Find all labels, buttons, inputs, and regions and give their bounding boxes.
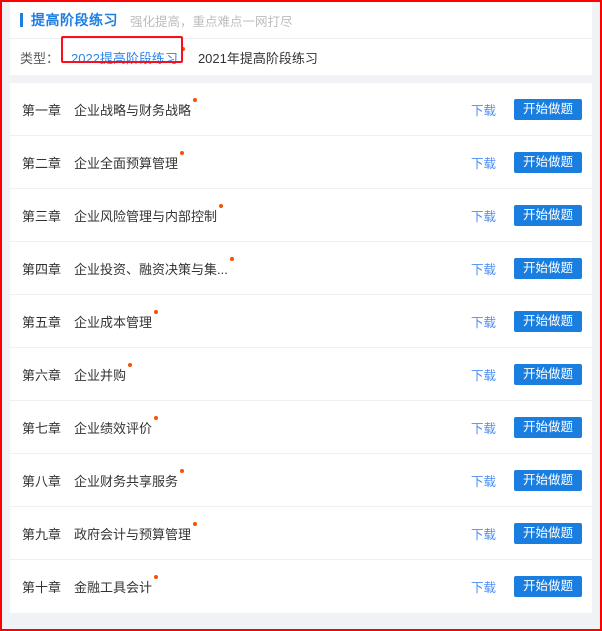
chapter-index: 第十章 — [22, 580, 62, 595]
chapter-name: 企业战略与财务战略 — [74, 102, 192, 118]
new-badge-dot-icon — [180, 150, 185, 155]
start-practice-button[interactable]: 开始做题 — [513, 363, 582, 385]
download-link[interactable]: 下载 — [471, 577, 496, 596]
chapter-index: 第三章 — [22, 208, 62, 224]
page-subtitle: 强化提高，重点难点一网打尽 — [130, 14, 293, 29]
download-link[interactable]: 下载 — [471, 206, 496, 225]
chapter-name: 企业成本管理 — [74, 314, 153, 330]
tab-2022-practice-label: 2022提高阶段练习 — [71, 50, 178, 66]
start-practice-button[interactable]: 开始做题 — [513, 151, 582, 173]
table-row[interactable]: 第九章 政府会计与预算管理 下载 开始做题 — [10, 507, 592, 560]
new-badge-dot-icon — [180, 46, 185, 51]
practice-page: 提高阶段练习 强化提高，重点难点一网打尽 类型： 2022提高阶段练习 2021… — [2, 2, 600, 629]
chapter-name-wrap: 金融工具会计 — [74, 575, 471, 596]
chapter-index: 第八章 — [22, 473, 62, 489]
start-practice-button[interactable]: 开始做题 — [513, 522, 582, 544]
chapter-name-wrap: 企业绩效评价 — [74, 415, 471, 437]
download-link[interactable]: 下载 — [471, 100, 496, 119]
chapter-name-wrap: 企业成本管理 — [74, 309, 471, 331]
table-row[interactable]: 第八章 企业财务共享服务 下载 开始做题 — [10, 454, 592, 507]
chapter-name-wrap: 企业战略与财务战略 — [74, 97, 471, 119]
type-filter-label: 类型： — [20, 50, 60, 66]
tab-2022-practice[interactable]: 2022提高阶段练习 — [61, 46, 188, 69]
chapter-index: 第六章 — [22, 367, 62, 383]
start-practice-button[interactable]: 开始做题 — [513, 469, 582, 491]
chapter-name: 政府会计与预算管理 — [74, 526, 192, 542]
start-practice-button[interactable]: 开始做题 — [513, 257, 582, 279]
chapter-name-wrap: 企业投资、融资决策与集... — [74, 256, 471, 278]
chapter-name-wrap: 企业并购 — [74, 362, 471, 384]
chapter-name-wrap: 政府会计与预算管理 — [74, 521, 471, 543]
download-link[interactable]: 下载 — [471, 153, 496, 172]
new-badge-dot-icon — [154, 415, 159, 420]
chapter-index: 第一章 — [22, 102, 62, 118]
header-card: 提高阶段练习 强化提高，重点难点一网打尽 类型： 2022提高阶段练习 2021… — [10, 2, 592, 75]
table-row[interactable]: 第十章 金融工具会计 下载 开始做题 — [10, 560, 592, 613]
start-practice-button[interactable]: 开始做题 — [513, 416, 582, 438]
header-title-row: 提高阶段练习 强化提高，重点难点一网打尽 — [10, 2, 592, 38]
page-title: 提高阶段练习 — [31, 12, 118, 28]
new-badge-dot-icon — [128, 362, 133, 367]
table-row[interactable]: 第五章 企业成本管理 下载 开始做题 — [10, 295, 592, 348]
start-practice-button[interactable]: 开始做题 — [513, 98, 582, 120]
download-link[interactable]: 下载 — [471, 365, 496, 384]
chapter-name: 企业投资、融资决策与集... — [74, 261, 228, 277]
table-row[interactable]: 第四章 企业投资、融资决策与集... 下载 开始做题 — [10, 242, 592, 295]
chapter-list: 第一章 企业战略与财务战略 下载 开始做题 第二章 企业全面预算管理 下载 开始… — [10, 83, 592, 613]
new-badge-dot-icon — [154, 575, 159, 579]
chapter-index: 第七章 — [22, 420, 62, 436]
chapter-index: 第二章 — [22, 155, 62, 171]
chapter-name: 企业风险管理与内部控制 — [74, 208, 218, 224]
chapter-name: 企业财务共享服务 — [74, 473, 179, 489]
table-row[interactable]: 第六章 企业并购 下载 开始做题 — [10, 348, 592, 401]
tab-2021-practice-label: 2021年提高阶段练习 — [197, 50, 318, 66]
start-practice-button[interactable]: 开始做题 — [513, 204, 582, 226]
tab-2021-practice[interactable]: 2021年提高阶段练习 — [188, 46, 328, 69]
chapter-index: 第九章 — [22, 526, 62, 542]
table-row[interactable]: 第二章 企业全面预算管理 下载 开始做题 — [10, 136, 592, 189]
download-link[interactable]: 下载 — [471, 418, 496, 437]
title-accent-bar-icon — [20, 13, 23, 27]
start-practice-button[interactable]: 开始做题 — [513, 576, 582, 597]
table-row[interactable]: 第三章 企业风险管理与内部控制 下载 开始做题 — [10, 189, 592, 242]
new-badge-dot-icon — [219, 203, 224, 208]
start-practice-button[interactable]: 开始做题 — [513, 310, 582, 332]
new-badge-dot-icon — [193, 521, 198, 526]
new-badge-dot-icon — [180, 468, 185, 473]
chapter-name-wrap: 企业风险管理与内部控制 — [74, 203, 471, 225]
download-link[interactable]: 下载 — [471, 259, 496, 278]
new-badge-dot-icon — [229, 256, 234, 261]
chapter-name: 金融工具会计 — [74, 580, 153, 595]
download-link[interactable]: 下载 — [471, 524, 496, 543]
new-badge-dot-icon — [193, 97, 198, 102]
chapter-index: 第四章 — [22, 261, 62, 277]
table-row[interactable]: 第一章 企业战略与财务战略 下载 开始做题 — [10, 83, 592, 136]
table-row[interactable]: 第七章 企业绩效评价 下载 开始做题 — [10, 401, 592, 454]
chapter-name: 企业全面预算管理 — [74, 155, 179, 171]
chapter-index: 第五章 — [22, 314, 62, 330]
download-link[interactable]: 下载 — [471, 471, 496, 490]
chapter-name-wrap: 企业财务共享服务 — [74, 468, 471, 490]
chapter-name: 企业绩效评价 — [74, 420, 153, 436]
type-filter-row: 类型： 2022提高阶段练习 2021年提高阶段练习 — [10, 36, 592, 75]
new-badge-dot-icon — [154, 309, 159, 314]
download-link[interactable]: 下载 — [471, 312, 496, 331]
chapter-name-wrap: 企业全面预算管理 — [74, 150, 471, 172]
chapter-name: 企业并购 — [74, 367, 127, 383]
